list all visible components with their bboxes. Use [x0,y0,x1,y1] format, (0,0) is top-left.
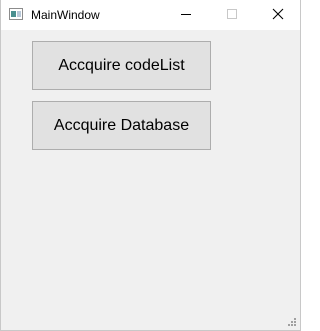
main-window: MainWindow Accquire codeList Accquire Da… [0,0,301,331]
minimize-icon [181,14,191,15]
maximize-icon [227,9,237,19]
acquire-database-button[interactable]: Accquire Database [32,101,211,150]
title-bar[interactable]: MainWindow [1,0,300,30]
acquire-codelist-button[interactable]: Accquire codeList [32,41,211,90]
resize-grip-icon[interactable] [287,317,297,327]
close-icon [272,8,284,20]
window-title: MainWindow [31,8,100,22]
close-button[interactable] [254,0,300,30]
app-icon [9,8,23,20]
maximize-button[interactable] [209,0,255,30]
minimize-button[interactable] [163,0,209,30]
